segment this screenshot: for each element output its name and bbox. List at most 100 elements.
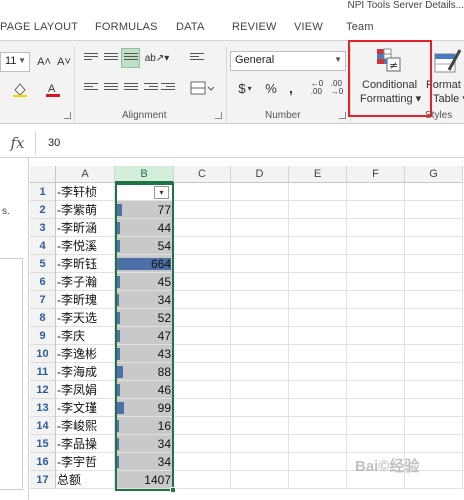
cell-a[interactable]: -李峻熙	[56, 417, 115, 435]
cell-a[interactable]: -李天选	[56, 309, 115, 327]
cell-empty[interactable]	[289, 255, 347, 273]
column-header-a[interactable]: A	[56, 166, 115, 183]
cell-empty[interactable]	[174, 417, 231, 435]
cell-empty[interactable]	[289, 345, 347, 363]
cell-empty[interactable]	[289, 201, 347, 219]
row-header[interactable]: 3	[30, 219, 56, 237]
alignment-dialog-launcher[interactable]	[215, 112, 222, 119]
cell-a[interactable]: -李悦溪	[56, 237, 115, 255]
cell-a[interactable]: 总额	[56, 471, 115, 489]
cell-empty[interactable]	[347, 363, 405, 381]
cell-empty[interactable]	[174, 183, 231, 201]
orientation-button[interactable]: ab↗▾	[145, 49, 170, 67]
fill-handle[interactable]	[170, 487, 176, 493]
cell-empty[interactable]	[405, 273, 463, 291]
cell-empty[interactable]	[347, 309, 405, 327]
font-dialog-launcher[interactable]	[64, 112, 71, 119]
cell-b[interactable]: 1407	[115, 471, 174, 489]
cell-empty[interactable]	[174, 273, 231, 291]
align-right-button[interactable]	[122, 79, 140, 97]
font-color-button[interactable]: A	[42, 79, 64, 99]
row-header[interactable]: 11	[30, 363, 56, 381]
increase-indent-button[interactable]	[160, 79, 176, 97]
cell-empty[interactable]	[231, 309, 289, 327]
cell-empty[interactable]	[231, 381, 289, 399]
cell-empty[interactable]	[231, 471, 289, 489]
row-header[interactable]: 6	[30, 273, 56, 291]
cell-a[interactable]: -李昕钰	[56, 255, 115, 273]
cell-empty[interactable]	[405, 327, 463, 345]
cell-empty[interactable]	[405, 219, 463, 237]
cell-b[interactable]: 88	[115, 363, 174, 381]
cell-empty[interactable]	[174, 471, 231, 489]
cell-empty[interactable]	[174, 435, 231, 453]
cell-empty[interactable]	[347, 381, 405, 399]
cell-empty[interactable]	[231, 201, 289, 219]
format-as-table-label-2[interactable]: Table ▾	[433, 92, 464, 107]
cell-empty[interactable]	[347, 417, 405, 435]
cell-empty[interactable]	[405, 417, 463, 435]
align-middle-button[interactable]	[102, 49, 120, 67]
cell-a[interactable]: -李轩桢	[56, 183, 115, 201]
cell-empty[interactable]	[231, 435, 289, 453]
cell-b[interactable]: 34	[115, 453, 174, 471]
row-header[interactable]: 17	[30, 471, 56, 489]
tab-formulas[interactable]: FORMULAS	[95, 21, 158, 33]
cell-a[interactable]: -李昕涵	[56, 219, 115, 237]
row-header[interactable]: 12	[30, 381, 56, 399]
shrink-font-button[interactable]: A˅	[55, 53, 73, 71]
tab-view[interactable]: VIEW	[294, 21, 323, 33]
cell-empty[interactable]	[405, 435, 463, 453]
cell-empty[interactable]	[174, 309, 231, 327]
cell-b[interactable]: 16	[115, 417, 174, 435]
cell-empty[interactable]	[231, 327, 289, 345]
cell-a[interactable]: -李宇哲	[56, 453, 115, 471]
cell-a[interactable]: -李逸彬	[56, 345, 115, 363]
cell-b[interactable]: 54	[115, 237, 174, 255]
align-center-button[interactable]	[102, 79, 120, 97]
row-header[interactable]: 8	[30, 309, 56, 327]
cell-empty[interactable]	[231, 273, 289, 291]
cell-a[interactable]: -李昕瑰	[56, 291, 115, 309]
cell-empty[interactable]	[289, 381, 347, 399]
cell-empty[interactable]	[231, 291, 289, 309]
cell-empty[interactable]	[174, 237, 231, 255]
cell-empty[interactable]	[231, 453, 289, 471]
column-header-e[interactable]: E	[289, 166, 347, 183]
cell-empty[interactable]	[347, 255, 405, 273]
cell-a[interactable]: -李海成	[56, 363, 115, 381]
cell-b[interactable]: 52	[115, 309, 174, 327]
cell-empty[interactable]	[347, 201, 405, 219]
cell-empty[interactable]	[289, 453, 347, 471]
cell-b[interactable]: 34	[115, 435, 174, 453]
row-header[interactable]: 7	[30, 291, 56, 309]
cell-empty[interactable]	[347, 183, 405, 201]
cell-empty[interactable]	[405, 255, 463, 273]
cell-empty[interactable]	[289, 237, 347, 255]
font-size-combo[interactable]: 11 ▼	[0, 52, 30, 72]
cell-empty[interactable]	[405, 237, 463, 255]
cell-b[interactable]: 45	[115, 273, 174, 291]
comma-style-button[interactable]: ,	[284, 79, 298, 97]
cell-empty[interactable]	[405, 363, 463, 381]
row-header[interactable]: 4	[30, 237, 56, 255]
cell-empty[interactable]	[231, 417, 289, 435]
cell-empty[interactable]	[289, 309, 347, 327]
filter-button[interactable]: ▾	[154, 186, 169, 199]
cell-empty[interactable]	[405, 399, 463, 417]
currency-button[interactable]: $ ▾	[234, 79, 256, 97]
row-header[interactable]: 13	[30, 399, 56, 417]
align-left-button[interactable]	[82, 79, 100, 97]
cell-empty[interactable]	[289, 417, 347, 435]
cell-empty[interactable]	[174, 255, 231, 273]
row-header[interactable]: 10	[30, 345, 56, 363]
cell-empty[interactable]	[174, 453, 231, 471]
format-as-table-icon-wrap[interactable]	[432, 45, 464, 77]
cell-empty[interactable]	[405, 309, 463, 327]
cell-empty[interactable]	[405, 291, 463, 309]
column-header-d[interactable]: D	[231, 166, 289, 183]
grow-font-button[interactable]: A˄	[35, 53, 53, 71]
tab-review[interactable]: REVIEW	[232, 21, 277, 33]
merge-center-button[interactable]	[188, 79, 216, 97]
cell-b[interactable]: 47	[115, 327, 174, 345]
